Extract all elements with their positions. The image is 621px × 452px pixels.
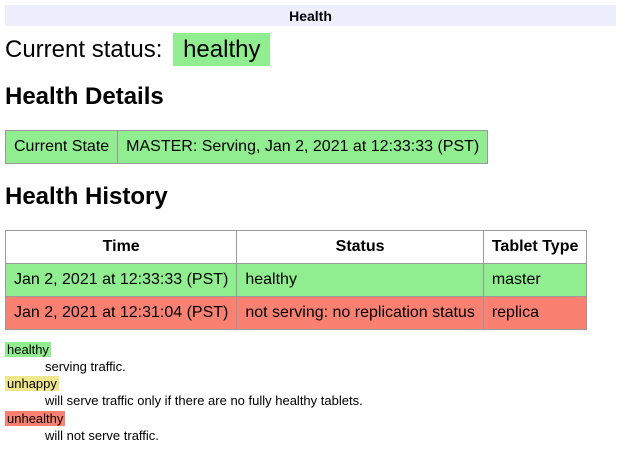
health-history-table: Time Status Tablet Type Jan 2, 2021 at 1… [5, 230, 587, 330]
health-history-heading: Health History [5, 183, 616, 211]
current-state-value: MASTER: Serving, Jan 2, 2021 at 12:33:33… [118, 131, 488, 164]
history-time-cell: Jan 2, 2021 at 12:33:33 (PST) [6, 264, 237, 297]
legend-term: healthy [5, 341, 616, 358]
page-title: Health [5, 5, 616, 26]
legend-term: unhappy [5, 375, 616, 392]
current-status-badge: healthy [173, 33, 270, 66]
legend-description: will not serve traffic. [45, 427, 616, 444]
column-header-tablet-type: Tablet Type [483, 231, 587, 264]
history-tablet-type-cell: master [483, 264, 587, 297]
current-state-label: Current State [6, 131, 118, 164]
history-tablet-type-cell: replica [483, 297, 587, 330]
legend-description: will serve traffic only if there are no … [45, 392, 616, 409]
history-time-cell: Jan 2, 2021 at 12:31:04 (PST) [6, 297, 237, 330]
column-header-status: Status [237, 231, 483, 264]
legend-term-unhealthy: unhealthy [5, 411, 65, 426]
column-header-time: Time [6, 231, 237, 264]
legend-term-unhappy: unhappy [5, 376, 59, 391]
legend-term-healthy: healthy [5, 342, 51, 357]
health-details-table: Current State MASTER: Serving, Jan 2, 20… [5, 130, 488, 164]
legend-description: serving traffic. [45, 358, 616, 375]
current-status-line: Current status: healthy [5, 36, 616, 64]
status-legend: healthy serving traffic. unhappy will se… [5, 341, 616, 444]
health-details-heading: Health Details [5, 83, 616, 111]
history-status-cell: not serving: no replication status [237, 297, 483, 330]
current-state-row: Current State MASTER: Serving, Jan 2, 20… [6, 131, 488, 164]
table-row: Jan 2, 2021 at 12:33:33 (PST) healthy ma… [6, 264, 587, 297]
table-header-row: Time Status Tablet Type [6, 231, 587, 264]
table-row: Jan 2, 2021 at 12:31:04 (PST) not servin… [6, 297, 587, 330]
current-status-label: Current status: [5, 36, 162, 63]
legend-term: unhealthy [5, 410, 616, 427]
history-status-cell: healthy [237, 264, 483, 297]
